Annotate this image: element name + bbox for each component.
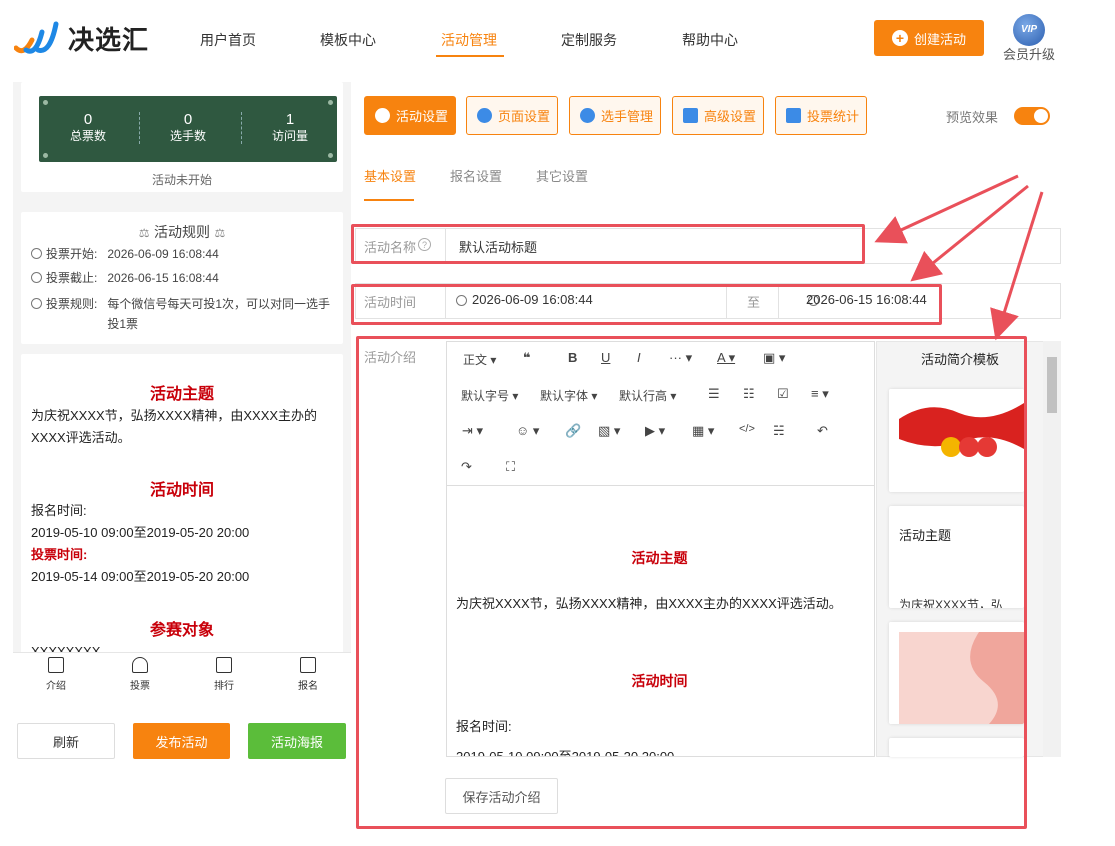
- annotation-arrow: [874, 174, 1019, 244]
- annotation-arrow: [910, 184, 1029, 282]
- annotation-arrows: [874, 174, 1044, 341]
- annotation-arrow: [990, 191, 1044, 341]
